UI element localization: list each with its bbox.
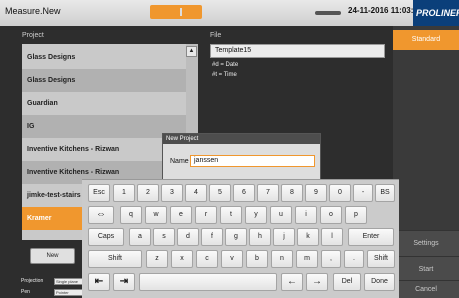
on-screen-keyboard: Esc 1 2 3 4 5 6 7 8 9 0 - BS ⇔ q w e r t… — [82, 179, 399, 298]
key-r[interactable]: r — [195, 206, 217, 224]
key-w[interactable]: w — [145, 206, 167, 224]
key-i[interactable]: i — [295, 206, 317, 224]
key-period[interactable]: . — [344, 250, 364, 268]
key-n[interactable]: n — [271, 250, 293, 268]
key-m[interactable]: m — [296, 250, 318, 268]
key-h[interactable]: h — [249, 228, 271, 246]
measure-progress-bar — [150, 5, 202, 19]
pen-select[interactable]: Pointer — [54, 289, 83, 296]
key-x[interactable]: x — [171, 250, 193, 268]
key-b[interactable]: b — [246, 250, 268, 268]
scroll-up-icon[interactable]: ▲ — [186, 46, 197, 57]
key-backspace[interactable]: BS — [375, 184, 395, 202]
key-9[interactable]: 9 — [305, 184, 327, 202]
arrow-left-icon[interactable]: ← — [281, 273, 303, 291]
progress-marker — [180, 8, 182, 16]
space-bar[interactable] — [139, 273, 277, 291]
time-hint: #t = Time — [212, 72, 237, 78]
arrow-right-icon[interactable]: → — [306, 273, 328, 291]
project-item[interactable]: Guardian — [22, 92, 186, 115]
window-title: Measure.New — [5, 6, 61, 16]
tab-arrows-icon[interactable]: ⇔ — [88, 206, 114, 224]
key-0[interactable]: 0 — [329, 184, 351, 202]
key-done[interactable]: Done — [364, 273, 395, 291]
key-u[interactable]: u — [270, 206, 292, 224]
date-hint: #d = Date — [212, 62, 239, 68]
key-delete[interactable]: Del — [333, 273, 361, 291]
start-button[interactable]: Start — [393, 256, 459, 282]
key-comma[interactable]: , — [321, 250, 341, 268]
key-e[interactable]: e — [170, 206, 192, 224]
file-header: File — [210, 32, 222, 39]
projection-select[interactable]: Single plane — [54, 278, 83, 285]
key-t[interactable]: t — [220, 206, 242, 224]
key-5[interactable]: 5 — [209, 184, 231, 202]
key-8[interactable]: 8 — [281, 184, 303, 202]
key-caps[interactable]: Caps — [88, 228, 124, 246]
key-g[interactable]: g — [225, 228, 247, 246]
key-4[interactable]: 4 — [185, 184, 207, 202]
project-header: Project — [22, 32, 44, 39]
key-2[interactable]: 2 — [137, 184, 159, 202]
standard-button[interactable]: Standard — [393, 30, 459, 50]
key-q[interactable]: q — [120, 206, 142, 224]
key-z[interactable]: z — [146, 250, 168, 268]
projection-label: Projection — [21, 278, 44, 284]
key-enter[interactable]: Enter — [348, 228, 394, 246]
key-v[interactable]: v — [221, 250, 243, 268]
project-item[interactable]: Glass Designs — [22, 46, 186, 69]
key-shift-right[interactable]: Shift — [367, 250, 395, 268]
key-c[interactable]: c — [196, 250, 218, 268]
key-7[interactable]: 7 — [257, 184, 279, 202]
key-l[interactable]: l — [321, 228, 343, 246]
key-minus[interactable]: - — [353, 184, 373, 202]
key-d[interactable]: d — [177, 228, 199, 246]
key-j[interactable]: j — [273, 228, 295, 246]
battery-icon — [315, 11, 341, 15]
key-3[interactable]: 3 — [161, 184, 183, 202]
key-y[interactable]: y — [245, 206, 267, 224]
key-6[interactable]: 6 — [233, 184, 255, 202]
name-input[interactable]: janssen — [190, 155, 315, 167]
key-p[interactable]: p — [345, 206, 367, 224]
key-s[interactable]: s — [153, 228, 175, 246]
tab-back-icon[interactable]: ⇤ — [88, 273, 110, 291]
settings-button[interactable]: Settings — [393, 230, 459, 256]
pen-label: Pen — [21, 289, 30, 295]
clock: 24-11-2016 11:03:37 — [348, 6, 423, 15]
key-shift-left[interactable]: Shift — [88, 250, 142, 268]
name-label: Name — [170, 158, 189, 165]
key-a[interactable]: a — [129, 228, 151, 246]
key-k[interactable]: k — [297, 228, 319, 246]
dialog-title: New Project — [163, 134, 320, 144]
project-item[interactable]: Glass Designs — [22, 69, 186, 92]
key-o[interactable]: o — [320, 206, 342, 224]
tab-forward-icon[interactable]: ⇥ — [113, 273, 135, 291]
new-project-button[interactable]: New — [30, 248, 75, 264]
file-template-field[interactable]: Template15 — [210, 44, 385, 58]
key-f[interactable]: f — [201, 228, 223, 246]
cancel-button[interactable]: Cancel — [393, 280, 459, 298]
key-1[interactable]: 1 — [113, 184, 135, 202]
brand-logo: PROLINER — [413, 0, 459, 26]
key-esc[interactable]: Esc — [88, 184, 110, 202]
